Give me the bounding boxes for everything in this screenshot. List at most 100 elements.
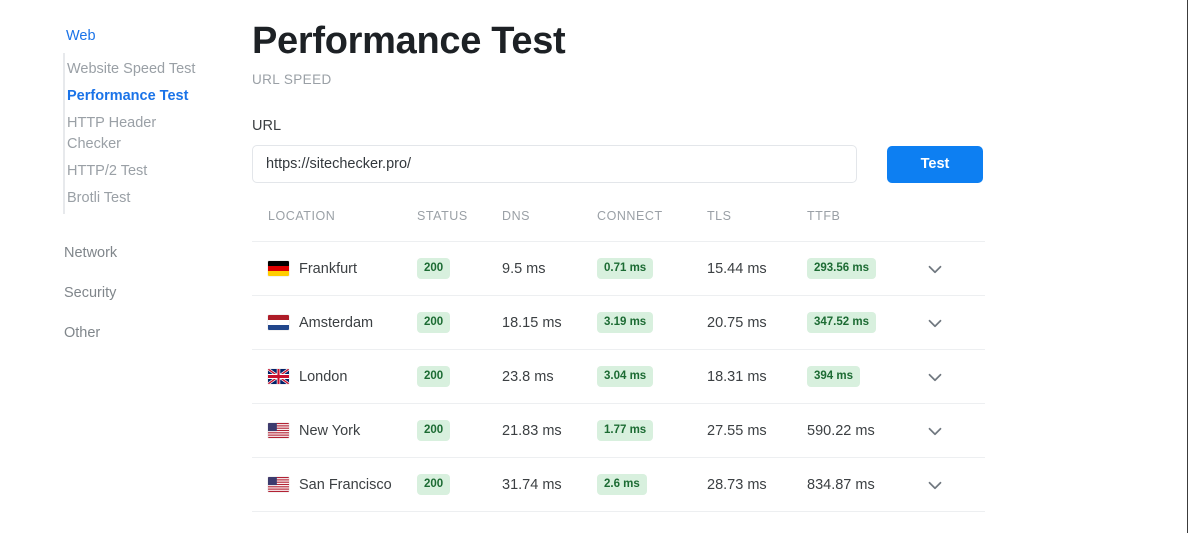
sidebar-item-website-speed-test[interactable]: Website Speed Test (67, 56, 202, 83)
cell-dns: 31.74 ms (502, 457, 597, 512)
table-row[interactable]: London 200 23.8 ms 3.04 ms 18.31 ms 394 ms (252, 349, 985, 404)
cell-location: Frankfurt (252, 241, 417, 296)
cell-connect: 2.6 ms (597, 457, 707, 512)
cell-status: 200 (417, 241, 502, 296)
column-header-connect: CONNECT (597, 209, 707, 242)
cell-ttfb: 293.56 ms (807, 241, 922, 296)
results-table: LOCATION STATUS DNS CONNECT TLS TTFB Fra… (252, 209, 985, 512)
cell-status: 200 (417, 295, 502, 350)
status-badge: 200 (417, 420, 451, 441)
url-speed-form: URL Test (252, 117, 1187, 183)
table-row[interactable]: Amsterdam 200 18.15 ms 3.19 ms 20.75 ms 347.5… (252, 295, 985, 350)
connect-badge: 2.6 ms (597, 474, 647, 495)
tls-value: 20.75 ms (707, 314, 767, 331)
results-table-body: Frankfurt 200 9.5 ms 0.71 ms 15.44 ms 293.56 … (252, 241, 985, 512)
expand-row-button[interactable] (922, 349, 985, 404)
dns-value: 21.83 ms (502, 422, 562, 439)
location-name: Amsterdam (299, 314, 374, 331)
ttfb-value: 590.22 ms (807, 422, 875, 439)
column-header-ttfb: TTFB (807, 209, 922, 242)
main-content: Performance Test URL SPEED URL Test LOCA… (252, 0, 1187, 533)
status-badge: 200 (417, 366, 451, 387)
dns-value: 31.74 ms (502, 476, 562, 493)
table-header-row: LOCATION STATUS DNS CONNECT TLS TTFB (252, 209, 985, 242)
flag-us-icon (268, 477, 289, 492)
ttfb-value: 834.87 ms (807, 476, 875, 493)
url-input[interactable] (252, 145, 857, 183)
sidebar-item-performance-test[interactable]: Performance Test (67, 83, 202, 110)
sidebar-group-title-web[interactable]: Web (0, 27, 240, 45)
cell-ttfb: 394 ms (807, 349, 922, 404)
table-row[interactable]: Frankfurt 200 9.5 ms 0.71 ms 15.44 ms 293.56 … (252, 241, 985, 296)
expand-row-button[interactable] (922, 295, 985, 350)
sidebar-subitems-web: Website Speed Test Performance Test HTTP… (63, 53, 240, 214)
connect-badge: 1.77 ms (597, 420, 654, 441)
dns-value: 23.8 ms (502, 368, 554, 385)
sidebar-item-network[interactable]: Network (0, 244, 240, 262)
expand-row-button[interactable] (922, 457, 985, 512)
cell-connect: 3.19 ms (597, 295, 707, 350)
url-label: URL (252, 118, 282, 134)
status-badge: 200 (417, 474, 451, 495)
cell-dns: 23.8 ms (502, 349, 597, 404)
flag-us-icon (268, 423, 289, 438)
page-subtitle: URL SPEED (252, 72, 332, 87)
column-header-status: STATUS (417, 209, 502, 242)
cell-status: 200 (417, 403, 502, 458)
tls-value: 27.55 ms (707, 422, 767, 439)
form-row: Test (252, 145, 1187, 183)
cell-ttfb: 834.87 ms (807, 457, 922, 512)
cell-location: Amsterdam (252, 295, 417, 350)
column-header-location: LOCATION (252, 209, 417, 242)
results-table-head: LOCATION STATUS DNS CONNECT TLS TTFB (252, 209, 985, 242)
location-name: New York (299, 422, 361, 439)
cell-dns: 18.15 ms (502, 295, 597, 350)
ttfb-badge: 347.52 ms (807, 312, 876, 333)
expand-row-button[interactable] (922, 241, 985, 296)
chevron-down-icon[interactable] (922, 258, 985, 280)
cell-ttfb: 347.52 ms (807, 295, 922, 350)
status-badge: 200 (417, 258, 451, 279)
location-name: San Francisco (299, 476, 392, 493)
column-header-expand (922, 209, 985, 242)
cell-ttfb: 590.22 ms (807, 403, 922, 458)
dns-value: 18.15 ms (502, 314, 562, 331)
location-name: London (299, 368, 348, 385)
status-badge: 200 (417, 312, 451, 333)
flag-gb-icon (268, 369, 289, 384)
table-row[interactable]: New York 200 21.83 ms 1.77 ms 27.55 ms 590.22… (252, 403, 985, 458)
sidebar-item-http2-test[interactable]: HTTP/2 Test (67, 158, 202, 185)
expand-row-button[interactable] (922, 403, 985, 458)
chevron-down-icon[interactable] (922, 420, 985, 442)
dns-value: 9.5 ms (502, 260, 546, 277)
cell-connect: 1.77 ms (597, 403, 707, 458)
cell-tls: 20.75 ms (707, 295, 807, 350)
flag-nl-icon (268, 315, 289, 330)
window-border (1187, 0, 1188, 533)
sidebar-item-security[interactable]: Security (0, 284, 240, 302)
connect-badge: 3.04 ms (597, 366, 654, 387)
cell-status: 200 (417, 349, 502, 404)
cell-location: London (252, 349, 417, 404)
sidebar-group-web: Web Website Speed Test Performance Test … (0, 27, 240, 214)
sidebar-item-other[interactable]: Other (0, 324, 240, 342)
column-header-tls: TLS (707, 209, 807, 242)
cell-dns: 9.5 ms (502, 241, 597, 296)
tls-value: 18.31 ms (707, 368, 767, 385)
connect-badge: 3.19 ms (597, 312, 654, 333)
cell-tls: 27.55 ms (707, 403, 807, 458)
app-page: Web Website Speed Test Performance Test … (0, 0, 1201, 533)
cell-dns: 21.83 ms (502, 403, 597, 458)
table-row[interactable]: San Francisco 200 31.74 ms 2.6 ms 28.73 ms 83… (252, 457, 985, 512)
connect-badge: 0.71 ms (597, 258, 654, 279)
chevron-down-icon[interactable] (922, 366, 985, 388)
test-button[interactable]: Test (887, 145, 983, 183)
chevron-down-icon[interactable] (922, 312, 985, 334)
sidebar: Web Website Speed Test Performance Test … (0, 0, 240, 533)
chevron-down-icon[interactable] (922, 474, 985, 496)
ttfb-badge: 394 ms (807, 366, 861, 387)
cell-location: New York (252, 403, 417, 458)
ttfb-badge: 293.56 ms (807, 258, 876, 279)
sidebar-item-http-header-checker[interactable]: HTTP Header Checker (67, 110, 202, 158)
sidebar-item-brotli-test[interactable]: Brotli Test (67, 185, 202, 212)
